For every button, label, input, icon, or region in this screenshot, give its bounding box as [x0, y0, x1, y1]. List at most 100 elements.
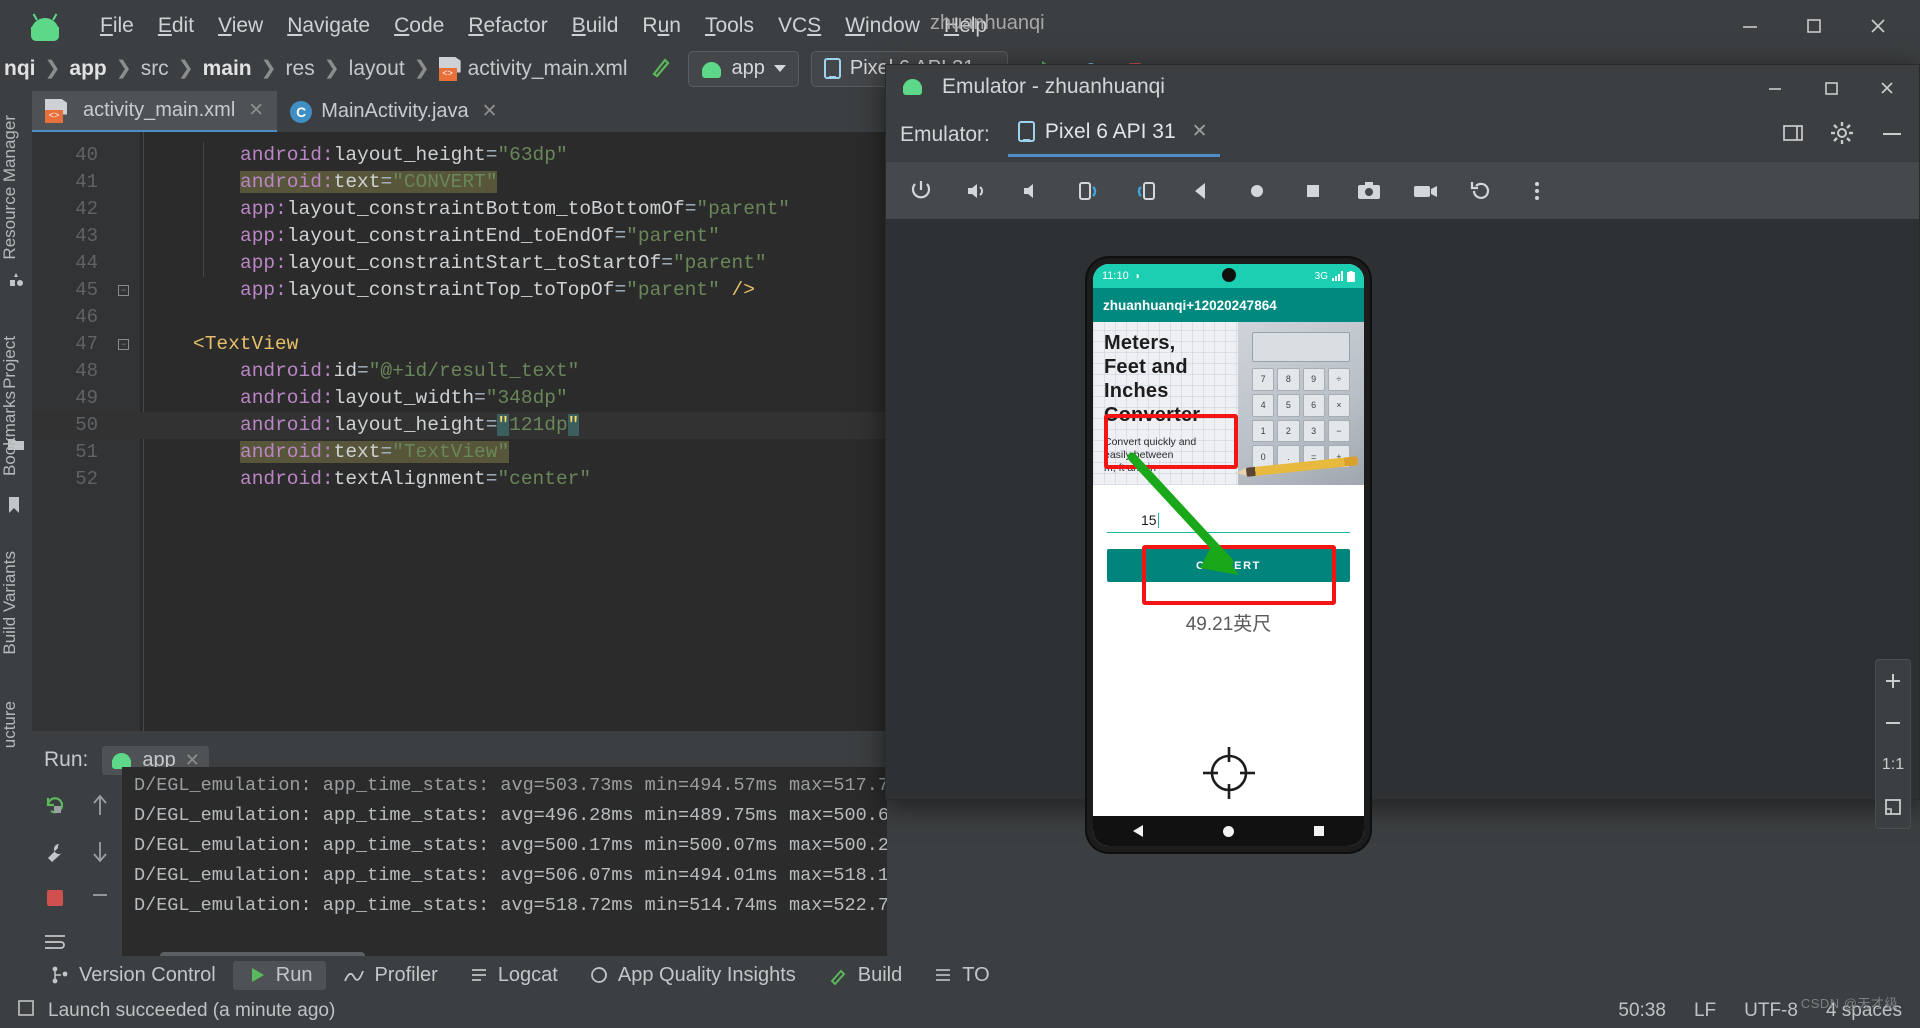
rail-bookmarks[interactable]: Bookmarks [0, 391, 32, 476]
breadcrumb-res[interactable]: res [286, 57, 315, 81]
emulated-phone-frame[interactable]: 11:10 ◗ 3G zhuanhuanqi+12020247864 7 8 9… [1087, 258, 1370, 852]
tool-build[interactable]: Build [813, 961, 916, 990]
convert-button[interactable]: CONVERT [1107, 549, 1350, 582]
scroll-up-icon[interactable] [90, 793, 110, 822]
meters-input[interactable]: 15 [1107, 499, 1350, 533]
device-tab-close-icon[interactable]: ✕ [1192, 120, 1208, 143]
code-line[interactable]: 46 [32, 304, 887, 331]
code-line[interactable]: 41 android:text="CONVERT" [32, 169, 887, 196]
tab-close-icon[interactable]: ✕ [482, 100, 498, 123]
breadcrumb-src[interactable]: src [141, 57, 169, 81]
menu-file[interactable]: File [88, 10, 146, 42]
settings-wrench-icon[interactable] [43, 840, 67, 869]
phone-screen[interactable]: 11:10 ◗ 3G zhuanhuanqi+12020247864 7 8 9… [1093, 264, 1364, 846]
emulator-close-button[interactable] [1861, 69, 1913, 107]
nav-home-button[interactable] [1223, 825, 1234, 837]
emulator-panel-minimize-icon[interactable] [1879, 120, 1905, 151]
tool-version-control[interactable]: Version Control [36, 961, 230, 990]
menu-code[interactable]: Code [382, 10, 456, 42]
close-button[interactable] [1850, 6, 1906, 46]
rail-structure[interactable]: ucture [0, 701, 32, 748]
menu-build[interactable]: Build [560, 10, 631, 42]
fit-screen-icon[interactable] [1876, 792, 1910, 822]
zoom-in-icon[interactable] [1876, 666, 1910, 696]
emulator-window[interactable]: Emulator - zhuanhuanqi Emulator: Pixel 6… [885, 64, 1920, 852]
menu-navigate[interactable]: Navigate [275, 10, 382, 42]
rerun-button[interactable] [43, 793, 67, 822]
run-configuration-selector[interactable]: app [687, 50, 799, 87]
rotate-left-icon[interactable] [1068, 170, 1110, 212]
maximize-button[interactable] [1786, 6, 1842, 46]
nav-back-button[interactable] [1133, 825, 1143, 837]
tab-close-icon[interactable]: ✕ [248, 99, 264, 122]
menu-window[interactable]: Window [833, 10, 932, 42]
minimize-panel-icon[interactable] [90, 887, 110, 905]
code-line[interactable]: 51 android:text="TextView" [32, 439, 887, 466]
gear-icon[interactable] [1829, 120, 1855, 151]
breadcrumb-file[interactable]: activity_main.xml [468, 57, 628, 81]
breadcrumb-project[interactable]: nqi [4, 57, 36, 81]
stop-process-button[interactable] [44, 887, 66, 914]
menu-refactor[interactable]: Refactor [456, 10, 559, 42]
phone-navigation-bar[interactable] [1093, 816, 1364, 846]
volume-up-icon[interactable] [956, 170, 998, 212]
emulator-display-area[interactable]: 11:10 ◗ 3G zhuanhuanqi+12020247864 7 8 9… [886, 219, 1919, 852]
power-icon[interactable] [900, 170, 942, 212]
code-line[interactable]: 52 android:textAlignment="center" [32, 466, 887, 493]
code-line[interactable]: 48 android:id="@+id/result_text" [32, 358, 887, 385]
overview-icon[interactable] [1292, 170, 1334, 212]
rotate-right-icon[interactable] [1124, 170, 1166, 212]
rail-build-variants[interactable]: Build Variants [0, 551, 32, 655]
volume-down-icon[interactable] [1012, 170, 1054, 212]
record-icon[interactable] [1404, 170, 1446, 212]
file-encoding[interactable]: UTF-8 [1744, 1000, 1798, 1022]
code-line[interactable]: 47 − <TextView [32, 331, 887, 358]
restore-icon[interactable] [1460, 170, 1502, 212]
rail-resource-manager[interactable]: Resource Manager [0, 115, 32, 260]
code-editor[interactable]: 40 android:layout_height="63dp" 41 android:… [32, 132, 887, 731]
split-panel-icon[interactable] [1781, 121, 1805, 150]
rail-project[interactable]: Project [0, 336, 32, 389]
home-icon[interactable] [1236, 170, 1278, 212]
wrap-text-icon[interactable] [43, 932, 67, 957]
tool-app-quality-insights[interactable]: App Quality Insights [575, 961, 810, 990]
emulator-maximize-button[interactable] [1805, 69, 1857, 107]
emulator-device-tab[interactable]: Pixel 6 API 31 ✕ [1007, 114, 1220, 157]
emulator-minimize-button[interactable] [1749, 69, 1801, 107]
code-line[interactable]: 49 android:layout_width="348dp" [32, 385, 887, 412]
code-line[interactable]: 40 android:layout_height="63dp" [32, 142, 887, 169]
tool-run[interactable]: Run [232, 960, 327, 990]
code-line[interactable]: 45 − app:layout_constraintTop_toTopOf="par… [32, 277, 887, 304]
menu-edit[interactable]: Edit [146, 10, 206, 42]
actual-size-icon[interactable]: 1:1 [1876, 750, 1910, 780]
code-line[interactable]: 44 app:layout_constraintStart_toStartOf="… [32, 250, 887, 277]
code-line[interactable]: 42 app:layout_constraintBottom_toBottomOf… [32, 196, 887, 223]
menu-run[interactable]: Run [630, 10, 693, 42]
tool-todo[interactable]: TO [919, 961, 1003, 990]
screenshot-icon[interactable] [1348, 170, 1390, 212]
tool-profiler[interactable]: Profiler [329, 961, 451, 990]
tab-activity-main-xml[interactable]: <> activity_main.xml ✕ [32, 91, 278, 132]
breadcrumb-module[interactable]: app [69, 57, 106, 81]
breadcrumb-main[interactable]: main [203, 57, 252, 81]
menu-vcs[interactable]: VCS [766, 10, 833, 42]
fold-toggle-icon[interactable]: − [118, 339, 129, 350]
zoom-out-icon[interactable] [1876, 708, 1910, 738]
more-icon[interactable] [1516, 170, 1558, 212]
nav-recents-button[interactable] [1314, 826, 1324, 836]
menu-tools[interactable]: Tools [693, 10, 766, 42]
minimize-button[interactable] [1722, 6, 1778, 46]
breadcrumb-layout[interactable]: layout [349, 57, 405, 81]
tab-mainactivity-java[interactable]: C MainActivity.java ✕ [277, 91, 510, 132]
code-line[interactable]: 50 android:layout_height="121dp" [32, 412, 887, 439]
fold-toggle-icon[interactable]: − [118, 285, 129, 296]
back-icon[interactable] [1180, 170, 1222, 212]
make-project-button[interactable] [646, 52, 674, 85]
menu-view[interactable]: View [206, 10, 275, 42]
line-separator[interactable]: LF [1694, 1000, 1716, 1022]
scroll-down-icon[interactable] [90, 840, 110, 869]
caret-position[interactable]: 50:38 [1618, 1000, 1666, 1022]
run-console-output[interactable]: D/EGL_emulation: app_time_stats: avg=503… [122, 767, 887, 964]
tool-logcat[interactable]: Logcat [455, 961, 572, 990]
code-line[interactable]: 43 app:layout_constraintEnd_toEndOf="pare… [32, 223, 887, 250]
